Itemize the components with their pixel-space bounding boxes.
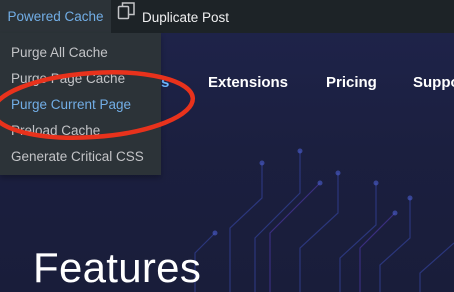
duplicate-icon	[117, 0, 136, 32]
nav-item-partial[interactable]: s	[161, 73, 169, 93]
powered-cache-dropdown: Purge All Cache Purge Page Cache Purge C…	[0, 33, 161, 175]
nav-item-pricing[interactable]: Pricing	[326, 73, 377, 93]
duplicate-post-label: Duplicate Post	[142, 9, 230, 25]
admin-bar: Powered Cache Duplicate Post	[0, 0, 454, 33]
menu-item-preload-cache[interactable]: Preload Cache	[11, 122, 100, 140]
menu-item-purge-page-cache[interactable]: Purge Page Cache	[11, 70, 125, 88]
powered-cache-menu[interactable]: Powered Cache	[0, 0, 111, 33]
page-heading: Features	[33, 244, 202, 292]
menu-item-purge-all-cache[interactable]: Purge All Cache	[11, 44, 108, 62]
duplicate-post-menu[interactable]: Duplicate Post	[117, 0, 229, 33]
nav-item-support[interactable]: Suppo	[413, 73, 454, 93]
menu-item-generate-critical-css[interactable]: Generate Critical CSS	[11, 148, 144, 166]
nav-item-extensions[interactable]: Extensions	[208, 73, 288, 93]
menu-item-purge-current-page[interactable]: Purge Current Page	[11, 96, 131, 114]
